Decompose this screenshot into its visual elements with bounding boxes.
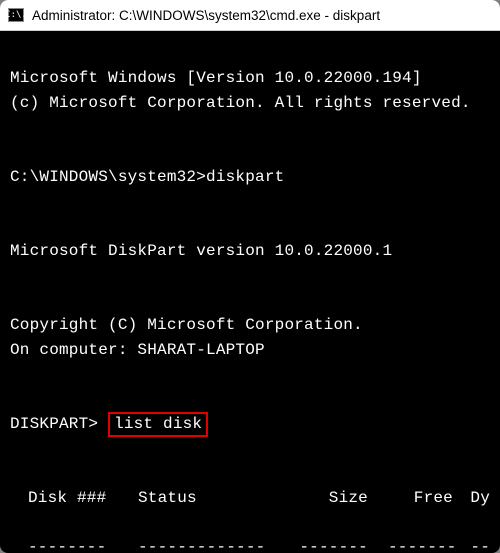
diskpart-copyright: Copyright (C) Microsoft Corporation. — [10, 316, 363, 334]
titlebar[interactable]: C:\. Administrator: C:\WINDOWS\system32\… — [0, 0, 500, 30]
window-title: Administrator: C:\WINDOWS\system32\cmd.e… — [32, 8, 380, 23]
table-divider: ------------------------------------- — [10, 535, 490, 553]
command-diskpart: diskpart — [206, 168, 284, 186]
cmd-window: C:\. Administrator: C:\WINDOWS\system32\… — [0, 0, 500, 553]
command-list-disk: list disk — [108, 412, 208, 437]
col-size: Size — [288, 486, 388, 511]
diskpart-prompt: DISKPART> — [10, 415, 108, 433]
version-line: Microsoft Windows [Version 10.0.22000.19… — [10, 69, 422, 87]
col-disk: Disk ### — [28, 486, 138, 511]
col-status: Status — [138, 486, 288, 511]
terminal-output[interactable]: Microsoft Windows [Version 10.0.22000.19… — [0, 31, 500, 553]
col-free: Free — [388, 486, 463, 511]
copyright-line: (c) Microsoft Corporation. All rights re… — [10, 94, 471, 112]
computer-name: On computer: SHARAT-LAPTOP — [10, 341, 265, 359]
diskpart-version: Microsoft DiskPart version 10.0.22000.1 — [10, 242, 392, 260]
cmd-icon: C:\. — [8, 8, 24, 22]
table-header: Disk ###StatusSizeFreeDy — [10, 486, 490, 511]
prompt: C:\WINDOWS\system32> — [10, 168, 206, 186]
col-dyn: Dy — [463, 486, 490, 511]
